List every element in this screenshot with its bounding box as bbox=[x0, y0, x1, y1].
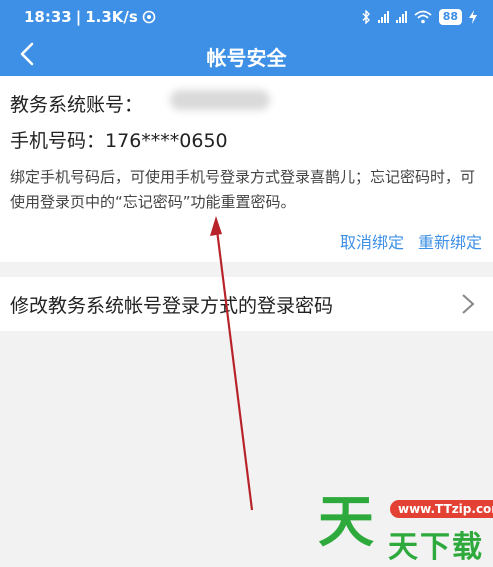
phone-number: 176****0650 bbox=[105, 130, 228, 152]
status-bar: 18:33 | 1.3K/s 88 bbox=[0, 0, 493, 34]
battery-icon: 88 bbox=[438, 9, 462, 25]
page-title: 帐号安全 bbox=[206, 46, 287, 70]
bluetooth-icon bbox=[362, 10, 370, 24]
signal-icon bbox=[377, 11, 389, 23]
clock: 18:33 bbox=[24, 8, 72, 26]
wifi-icon bbox=[414, 10, 432, 24]
charging-icon bbox=[469, 10, 477, 24]
watermark-text: 天下载 bbox=[388, 530, 484, 565]
network-speed: 1.3K/s bbox=[85, 8, 138, 26]
nav-bar: 帐号安全 bbox=[0, 34, 493, 76]
account-label: 教务系统账号： bbox=[10, 94, 144, 116]
change-password-label: 修改教务系统帐号登录方式的登录密码 bbox=[10, 295, 334, 317]
watermark-url: www.TTzip.com bbox=[390, 500, 493, 518]
data-saver-icon bbox=[142, 10, 156, 24]
chevron-right-icon bbox=[462, 294, 475, 314]
watermark-logo: 天 www.TTzip.com 天下载 bbox=[310, 488, 493, 567]
unbind-button[interactable]: 取消绑定 bbox=[340, 229, 404, 253]
binding-actions: 取消绑定 重新绑定 bbox=[340, 229, 482, 253]
change-password-item[interactable]: 修改教务系统帐号登录方式的登录密码 bbox=[0, 277, 493, 331]
phone-row: 手机号码：176****0650 bbox=[10, 126, 228, 153]
signal-2-icon bbox=[395, 11, 407, 23]
rebind-button[interactable]: 重新绑定 bbox=[418, 229, 482, 253]
account-value-blurred bbox=[170, 90, 270, 110]
binding-description: 绑定手机号码后，可使用手机号登录方式登录喜鹊儿；忘记密码时，可使用登录页中的“忘… bbox=[10, 168, 476, 211]
app-header: 18:33 | 1.3K/s 88 帐号安全 bbox=[0, 0, 493, 76]
phone-label: 手机号码： bbox=[10, 130, 106, 152]
watermark-big-char: 天 bbox=[318, 490, 374, 555]
